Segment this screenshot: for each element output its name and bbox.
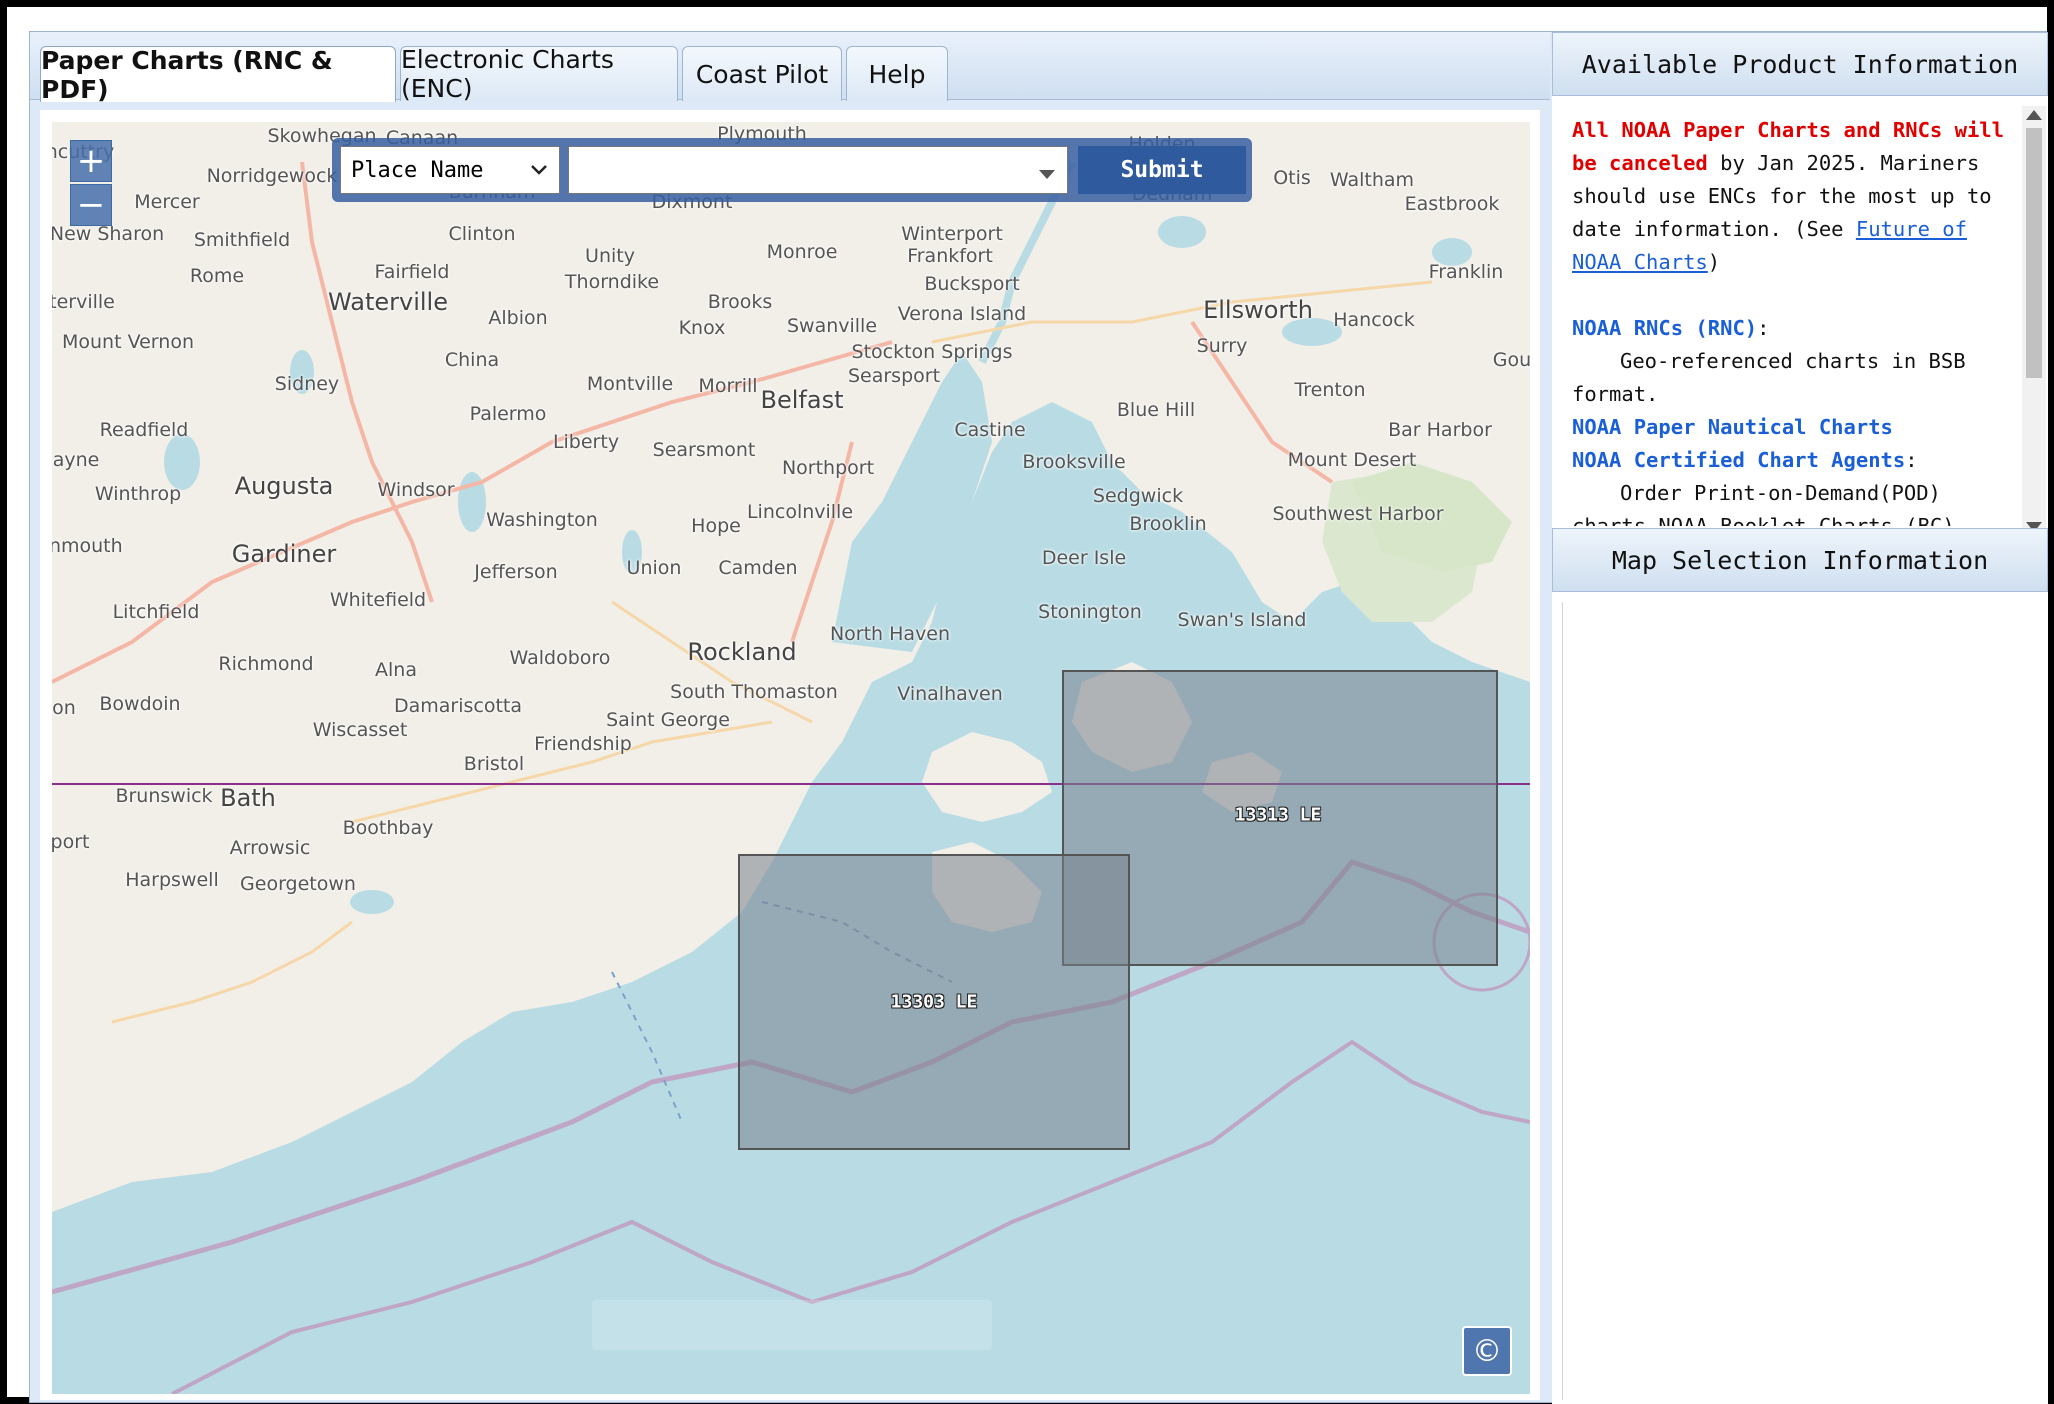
search-type-value: Place Name [351, 157, 484, 183]
available-product-header[interactable]: Available Product Information [1552, 32, 2048, 96]
attribution-button[interactable]: © [1462, 1326, 1512, 1376]
window-frame: Paper Charts (RNC & PDF) Electronic Char… [0, 0, 2054, 1404]
map-canvas[interactable]: 13313 LE 13303 LE SkowheganCanaanPlymout… [52, 122, 1530, 1394]
lake [1432, 238, 1472, 266]
search-type-select[interactable]: Place Name [340, 146, 560, 194]
search-input[interactable] [568, 146, 1068, 194]
cancel-notice: All NOAA Paper Charts and RNCs will be c… [1572, 114, 2004, 279]
submit-button[interactable]: Submit [1078, 146, 1246, 194]
rnc-link[interactable]: NOAA RNCs (RNC) [1572, 316, 1757, 340]
road [1190, 320, 1334, 484]
lake [290, 350, 314, 394]
chart-label: 13303 LE [890, 991, 978, 1013]
tab-coast-pilot[interactable]: Coast Pilot [682, 46, 842, 101]
lake [164, 434, 200, 490]
lake [1158, 216, 1206, 248]
zoom-in-button[interactable]: + [70, 140, 112, 182]
right-pane: Available Product Information All NOAA P… [1552, 32, 2048, 1404]
lake [1282, 318, 1342, 346]
agents-description: Order Print-on-Demand(POD) [1620, 481, 1941, 505]
tab-help[interactable]: Help [846, 46, 948, 101]
dropdown-triangle-icon[interactable] [1039, 165, 1055, 184]
search-bar: Place Name Submit [332, 138, 1252, 202]
booklet-line: charts NOAA Booklet Charts (BC) [1572, 514, 1955, 526]
tab-electronic-charts[interactable]: Electronic Charts (ENC) [400, 45, 678, 103]
lake [350, 890, 394, 914]
agents-colon: : [1905, 448, 1918, 472]
lake [622, 530, 642, 574]
scroll-thumb[interactable] [2026, 128, 2042, 378]
paper-charts-link[interactable]: NOAA Paper Nautical Charts [1572, 411, 2004, 444]
map-selection-content [1562, 602, 2036, 1400]
road [611, 600, 813, 724]
zoom-out-button[interactable]: − [70, 184, 112, 226]
rnc-description-text: Geo-referenced charts in BSB format. [1572, 349, 1966, 406]
chevron-down-icon [529, 157, 549, 189]
app-container: Paper Charts (RNC & PDF) Electronic Char… [29, 31, 2048, 1404]
agents-link[interactable]: NOAA Certified Chart Agents [1572, 448, 1905, 472]
agents-heading: NOAA Certified Chart Agents: [1572, 444, 2004, 477]
zoom-control: + − [70, 140, 112, 226]
map-container: 13313 LE 13303 LE SkowheganCanaanPlymout… [40, 110, 1540, 1400]
tab-bar: Paper Charts (RNC & PDF) Electronic Char… [30, 32, 1550, 104]
scroll-up-icon[interactable] [2026, 110, 2042, 120]
rnc-description: Geo-referenced charts in BSB format. [1572, 345, 2004, 411]
available-product-content: All NOAA Paper Charts and RNCs will be c… [1562, 106, 2014, 526]
rnc-heading: NOAA RNCs (RNC): [1572, 312, 2004, 345]
notice-close: ) [1707, 250, 1721, 274]
map-selection-header[interactable]: Map Selection Information [1552, 528, 2048, 592]
info-scrollbar[interactable] [2022, 106, 2046, 536]
tab-paper-charts[interactable]: Paper Charts (RNC & PDF) [40, 46, 396, 104]
left-pane: Paper Charts (RNC & PDF) Electronic Char… [30, 32, 1550, 1404]
road [111, 920, 353, 1024]
chart-label: 13313 LE [1234, 804, 1322, 826]
road [351, 720, 773, 824]
rnc-colon: : [1757, 316, 1770, 340]
attribution-area [592, 1300, 992, 1350]
